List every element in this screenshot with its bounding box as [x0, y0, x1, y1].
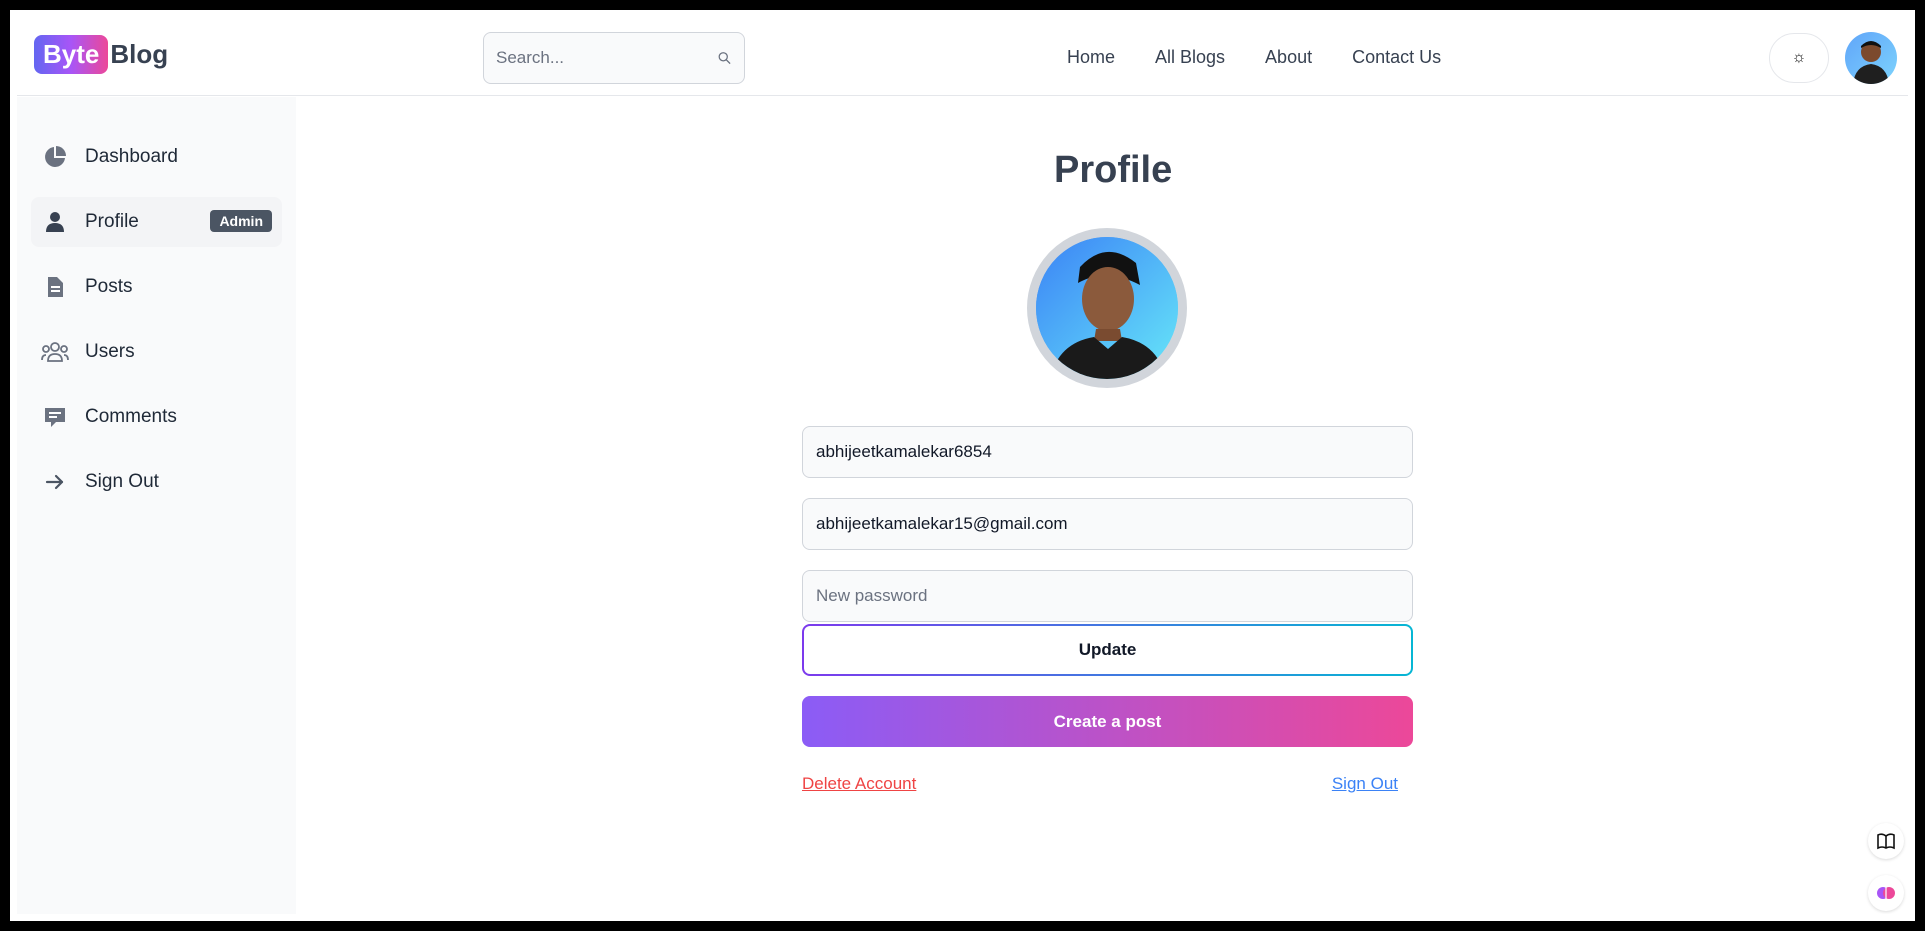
brain-icon [1877, 887, 1895, 899]
avatar-image [1853, 41, 1889, 84]
nav-all-blogs[interactable]: All Blogs [1155, 47, 1225, 68]
sun-icon: ☼ [1791, 49, 1807, 66]
update-button-label: Update [804, 626, 1411, 674]
assistant-button[interactable] [1868, 875, 1904, 911]
update-button[interactable]: Update [802, 624, 1413, 676]
sidebar-item-sign-out[interactable]: Sign Out [31, 457, 282, 507]
page: Byte Blog Home All Blogs About Contact U… [17, 17, 1908, 914]
sidebar-item-label: Posts [85, 276, 133, 297]
search-box [483, 32, 745, 84]
nav-contact-us[interactable]: Contact Us [1352, 47, 1441, 68]
user-avatar[interactable] [1845, 32, 1897, 84]
user-icon [41, 208, 69, 236]
sidebar-item-posts[interactable]: Posts [31, 262, 282, 312]
comment-icon [41, 403, 69, 431]
sign-out-link[interactable]: Sign Out [1332, 774, 1398, 794]
sidebar-item-profile[interactable]: Profile Admin [31, 197, 282, 247]
create-post-button[interactable]: Create a post [802, 696, 1413, 747]
password-field[interactable] [802, 570, 1413, 622]
logo-byte: Byte [34, 35, 109, 74]
users-icon [41, 338, 69, 366]
reader-button[interactable] [1868, 823, 1904, 859]
sidebar-item-comments[interactable]: Comments [31, 392, 282, 442]
username-field[interactable] [802, 426, 1413, 478]
sidebar-item-users[interactable]: Users [31, 327, 282, 377]
book-icon [1877, 833, 1895, 850]
search-icon[interactable] [717, 46, 732, 70]
profile-image [1036, 237, 1178, 379]
sidebar-item-label: Comments [85, 406, 177, 427]
arrow-right-icon [41, 468, 69, 496]
document-icon [41, 273, 69, 301]
profile-picture[interactable] [1027, 228, 1187, 388]
sidebar-item-label: Profile [85, 211, 139, 232]
pie-chart-icon [41, 143, 69, 171]
theme-toggle-button[interactable]: ☼ [1769, 33, 1829, 83]
logo-blog: Blog [110, 39, 169, 69]
nav-home[interactable]: Home [1067, 47, 1115, 68]
sidebar-item-label: Dashboard [85, 146, 178, 167]
search-input[interactable] [496, 48, 717, 68]
email-field[interactable] [802, 498, 1413, 550]
sidebar-item-dashboard[interactable]: Dashboard [31, 132, 282, 182]
window-frame: Byte Blog Home All Blogs About Contact U… [8, 8, 1917, 923]
admin-badge: Admin [210, 210, 272, 232]
sidebar-item-label: Users [85, 341, 135, 362]
top-header: Byte Blog Home All Blogs About Contact U… [17, 17, 1908, 96]
page-title: Profile [1054, 149, 1173, 191]
delete-account-link[interactable]: Delete Account [802, 774, 916, 794]
sidebar: Dashboard Profile Admin Posts Users Comm… [17, 97, 296, 914]
sidebar-item-label: Sign Out [85, 471, 159, 492]
nav-about[interactable]: About [1265, 47, 1312, 68]
site-logo[interactable]: Byte Blog [34, 35, 168, 74]
main-nav: Home All Blogs About Contact Us [1067, 47, 1441, 68]
